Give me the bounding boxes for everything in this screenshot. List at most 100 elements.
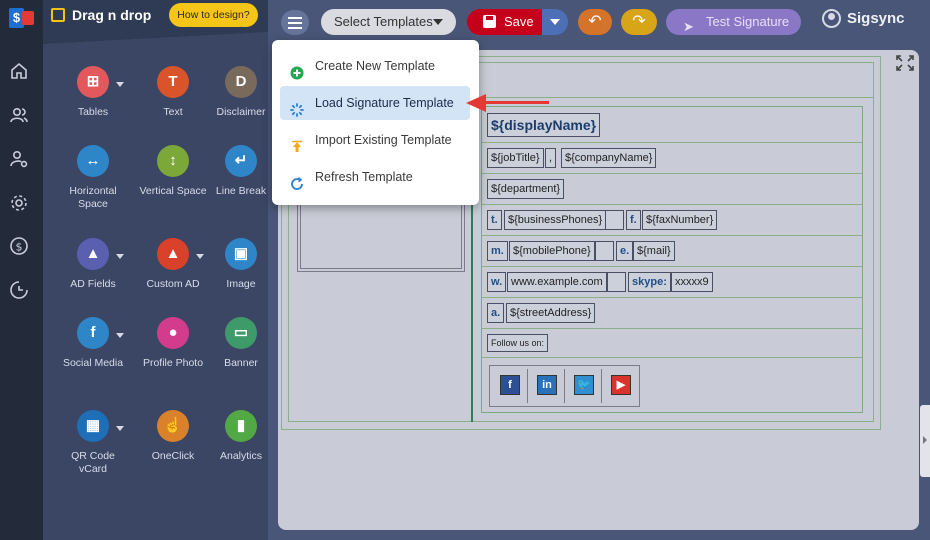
test-signature-button[interactable]: ➤ Test Signature — [666, 9, 801, 35]
history-icon[interactable] — [9, 280, 29, 300]
save-label: Save — [504, 14, 534, 29]
load-signature-template-item[interactable]: Load Signature Template — [280, 86, 470, 120]
how-to-design-button[interactable]: How to design? — [169, 3, 258, 27]
upload-icon — [290, 133, 304, 152]
tool-label: Analytics — [219, 450, 262, 462]
spacer-field[interactable] — [607, 272, 626, 292]
department-field[interactable]: ${department} — [487, 179, 565, 199]
follow-us-field[interactable]: Follow us on: — [487, 334, 549, 352]
tool-label: Social Media — [62, 357, 124, 369]
fullscreen-icon[interactable] — [895, 54, 915, 72]
company-name-field[interactable]: ${companyName} — [561, 148, 657, 168]
email-label[interactable]: e. — [616, 241, 634, 261]
tool-label: AD Fields — [70, 278, 116, 290]
brand-name: Sigsync — [847, 10, 905, 27]
tool-oneclick[interactable]: ☝ OneClick — [137, 410, 209, 480]
tool-line-break[interactable]: ↵ Line Break — [205, 145, 277, 215]
row-divider — [482, 266, 862, 267]
tool-ad-fields[interactable]: ▲ AD Fields — [57, 238, 129, 308]
tool-vertical-space[interactable]: ↕ Vertical Space — [137, 145, 209, 215]
spacer-field[interactable] — [605, 210, 624, 230]
tool-tables[interactable]: ⊞ Tables — [57, 66, 129, 136]
save-button[interactable]: Save — [467, 9, 542, 35]
tool-label: Banner — [224, 357, 258, 369]
chevron-down-icon[interactable] — [116, 333, 124, 338]
tool-custom-ad[interactable]: ▲ Custom AD — [137, 238, 209, 308]
tool-text[interactable]: T Text — [137, 66, 209, 136]
spacer-field[interactable] — [595, 241, 614, 261]
social-cell-linkedin[interactable]: in — [529, 369, 565, 403]
refresh-template-item[interactable]: Refresh Template — [280, 160, 470, 194]
row-divider — [482, 328, 862, 329]
social-cell-youtube[interactable]: ▶ — [603, 369, 639, 403]
skype-label[interactable]: skype: — [628, 272, 671, 292]
select-templates-button[interactable]: Select Templates — [321, 9, 456, 35]
street-address-field[interactable]: ${streetAddress} — [506, 303, 596, 323]
test-signature-label: Test Signature — [706, 14, 790, 29]
loading-spinner-icon — [290, 96, 304, 117]
tool-icon: ▭ — [225, 317, 257, 349]
annotation-arrow-head — [466, 94, 486, 112]
phone-label[interactable]: t. — [487, 210, 502, 230]
fax-number-field[interactable]: ${faxNumber} — [642, 210, 718, 230]
undo-button[interactable]: ↶ — [578, 9, 612, 35]
chevron-down-icon — [550, 19, 560, 25]
tool-qr-code-vcard[interactable]: ▦ QR Code vCard — [57, 410, 129, 480]
website-field[interactable]: www.example.com — [507, 272, 607, 292]
skype-field[interactable]: xxxxx9 — [671, 272, 713, 292]
social-cell-twitter[interactable]: 🐦 — [566, 369, 602, 403]
templates-menu: Create New Template Load Signature Templ… — [272, 40, 479, 205]
users-icon[interactable] — [9, 105, 29, 125]
menu-item-label: Create New Template — [315, 59, 435, 73]
display-name-field[interactable]: ${displayName} — [487, 113, 601, 137]
tool-disclaimer[interactable]: D Disclaimer — [205, 66, 277, 136]
chevron-down-icon[interactable] — [116, 82, 124, 87]
tool-icon: ⊞ — [77, 66, 109, 98]
menu-item-label: Import Existing Template — [315, 133, 452, 147]
mail-field[interactable]: ${mail} — [633, 241, 675, 261]
row-divider — [482, 204, 862, 205]
refresh-icon — [290, 170, 304, 190]
tool-image[interactable]: ▣ Image — [205, 238, 277, 308]
user-avatar-icon[interactable] — [822, 9, 841, 28]
row-divider — [482, 357, 862, 358]
panel-title: Drag n drop — [72, 7, 152, 23]
mobile-label[interactable]: m. — [487, 241, 508, 261]
hamburger-menu-button[interactable] — [281, 10, 309, 35]
send-icon: ➤ — [683, 19, 694, 34]
job-title-field[interactable]: ${jobTitle} — [487, 148, 544, 168]
tool-profile-photo[interactable]: ● Profile Photo — [137, 317, 209, 387]
mobile-phone-field[interactable]: ${mobilePhone} — [509, 241, 595, 261]
chevron-down-icon[interactable] — [116, 254, 124, 259]
home-icon[interactable] — [9, 61, 29, 81]
tool-horizontal-space[interactable]: ↔ Horizontal Space — [57, 145, 129, 215]
app-logo[interactable]: $ — [9, 8, 35, 30]
tool-label: OneClick — [151, 450, 195, 462]
business-phones-field[interactable]: ${businessPhones} — [504, 210, 607, 230]
right-panel-toggle[interactable] — [920, 405, 930, 477]
photo-inner-placeholder — [300, 203, 462, 269]
chevron-down-icon[interactable] — [196, 254, 204, 259]
user-settings-icon[interactable] — [9, 149, 29, 169]
website-label[interactable]: w. — [487, 272, 507, 292]
nav-rail: $ $ — [0, 0, 43, 540]
fax-label[interactable]: f. — [626, 210, 641, 230]
gear-icon[interactable] — [9, 193, 29, 213]
chevron-down-icon[interactable] — [116, 426, 124, 431]
tool-social-media[interactable]: f Social Media — [57, 317, 129, 387]
tool-banner[interactable]: ▭ Banner — [205, 317, 277, 387]
row-divider — [482, 173, 862, 174]
import-existing-template-item[interactable]: Import Existing Template — [280, 123, 470, 157]
tool-icon: ● — [157, 317, 189, 349]
redo-button[interactable]: ↷ — [621, 9, 657, 35]
tool-label: Profile Photo — [142, 357, 204, 369]
tool-analytics[interactable]: ▮ Analytics — [205, 410, 277, 480]
comma-field[interactable]: , — [545, 148, 557, 168]
billing-icon[interactable]: $ — [9, 236, 29, 256]
tool-label: Horizontal Space — [69, 185, 117, 210]
address-label[interactable]: a. — [487, 303, 505, 323]
social-cell-facebook[interactable]: f — [492, 369, 528, 403]
create-new-template-item[interactable]: Create New Template — [280, 49, 470, 83]
tool-icon: T — [157, 66, 189, 98]
save-options-button[interactable] — [542, 9, 568, 35]
